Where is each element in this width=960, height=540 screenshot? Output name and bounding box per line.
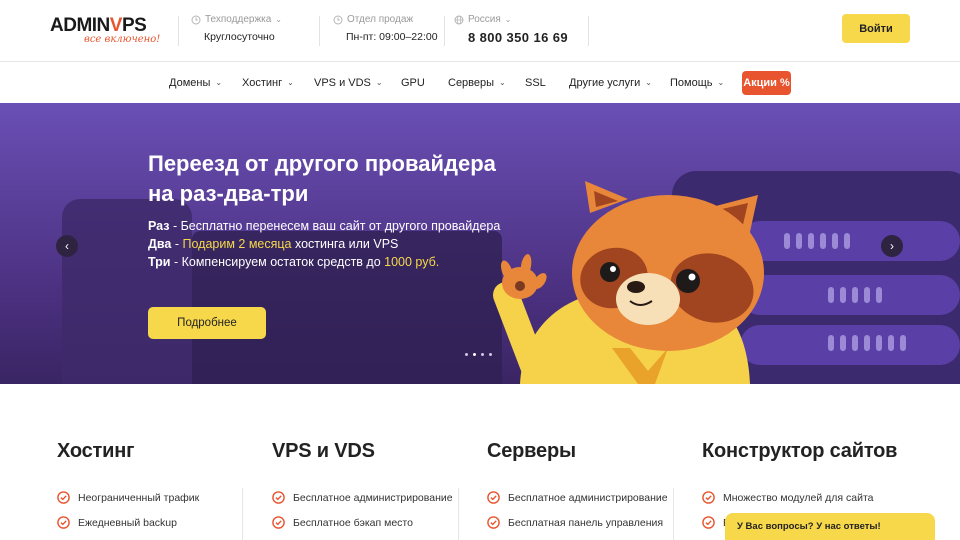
list-item: Ежедневный backup xyxy=(57,510,267,535)
nav-item-domains[interactable]: Домены ⌄ xyxy=(169,62,222,103)
clock-icon xyxy=(191,15,201,24)
check-circle-icon xyxy=(702,516,715,529)
hero-offer-line: Два - Подарим 2 месяца хостинга или VPS xyxy=(148,237,399,251)
list-item: Бесплатная панель управления xyxy=(487,510,697,535)
globe-icon xyxy=(454,15,464,24)
sales-hours: Пн-пт: 09:00–22:00 xyxy=(346,31,438,43)
sales-block: Отдел продаж Пн-пт: 09:00–22:00 xyxy=(333,14,438,43)
slider-dot[interactable] xyxy=(489,353,492,356)
list-item: Неограниченный трафик xyxy=(57,485,267,510)
nav-item-vps[interactable]: VPS и VDS ⌄ xyxy=(314,62,383,103)
more-details-button[interactable]: Подробнее xyxy=(148,307,266,339)
column-divider xyxy=(458,488,459,540)
site-header: ADMINVPS все включено! Техподдержка ⌄ Кр… xyxy=(0,0,960,62)
product-column-servers: Серверы Бесплатное администрирование Бес… xyxy=(487,440,697,535)
nav-item-other-services[interactable]: Другие услуги ⌄ xyxy=(569,62,652,103)
check-circle-icon xyxy=(487,516,500,529)
column-title[interactable]: VPS и VDS xyxy=(272,440,482,463)
column-divider xyxy=(673,488,674,540)
hero-offer-list: Раз - Бесплатно перенесем ваш сайт от др… xyxy=(148,217,500,271)
slider-next-arrow-icon[interactable]: › xyxy=(881,235,903,257)
hero-title: Переезд от другого провайдера на раз-два… xyxy=(148,151,496,206)
phone-number[interactable]: 8 800 350 16 69 xyxy=(454,30,568,45)
clock-icon xyxy=(333,15,343,24)
nav-item-help[interactable]: Помощь ⌄ xyxy=(670,62,724,103)
list-item: Бесплатное администрирование xyxy=(487,485,697,510)
chevron-down-icon: ⌄ xyxy=(717,78,725,87)
slider-dot[interactable] xyxy=(481,353,484,356)
chevron-down-icon: ⌄ xyxy=(215,78,223,87)
main-nav: Домены ⌄ Хостинг ⌄ VPS и VDS ⌄ GPU Серверы ⌄… xyxy=(0,62,960,103)
check-circle-icon xyxy=(487,491,500,504)
list-item: Бесплатное администрирование xyxy=(272,485,482,510)
slider-pagination xyxy=(465,353,492,356)
chat-widget-button[interactable]: У Вас вопросы? У нас ответы! xyxy=(725,513,935,540)
region-caption: Россия xyxy=(468,14,501,25)
nav-item-ssl[interactable]: SSL xyxy=(525,62,546,103)
chevron-down-icon: ⌄ xyxy=(504,15,512,24)
chevron-down-icon: ⌄ xyxy=(275,15,282,24)
hero-offer-line: Три - Компенсируем остаток средств до 10… xyxy=(148,255,440,269)
slider-dot[interactable] xyxy=(473,353,476,356)
chevron-down-icon: ⌄ xyxy=(645,78,652,87)
product-column-vps: VPS и VDS Бесплатное администрирование Б… xyxy=(272,440,482,535)
check-circle-icon xyxy=(272,516,285,529)
chevron-down-icon: ⌄ xyxy=(287,78,294,87)
hero-slider: Переезд от другого провайдера на раз-два… xyxy=(0,103,960,384)
check-circle-icon xyxy=(57,491,70,504)
login-button[interactable]: Войти xyxy=(842,14,910,43)
logo-wordmark: ADMINVPS xyxy=(50,15,147,36)
support-hours: Круглосуточно xyxy=(204,31,275,43)
chevron-down-icon: ⌄ xyxy=(375,78,383,87)
check-circle-icon xyxy=(272,491,285,504)
nav-item-gpu[interactable]: GPU xyxy=(401,62,425,103)
promo-button[interactable]: Акции % xyxy=(742,71,791,95)
sales-caption: Отдел продаж xyxy=(347,14,414,25)
support-caption: Техподдержка xyxy=(205,14,272,25)
logo[interactable]: ADMINVPS все включено! xyxy=(50,16,166,48)
nav-item-servers[interactable]: Серверы ⌄ xyxy=(448,62,506,103)
support-block[interactable]: Техподдержка ⌄ Круглосуточно xyxy=(191,14,282,43)
header-divider xyxy=(178,16,179,46)
header-divider xyxy=(444,16,445,46)
slider-prev-arrow-icon[interactable]: ‹ xyxy=(56,235,78,257)
chevron-down-icon: ⌄ xyxy=(499,78,506,87)
column-title[interactable]: Хостинг xyxy=(57,440,267,463)
nav-item-hosting[interactable]: Хостинг ⌄ xyxy=(242,62,294,103)
list-item: Множество модулей для сайта xyxy=(702,485,912,510)
check-circle-icon xyxy=(57,516,70,529)
list-item: Бесплатное бэкап место xyxy=(272,510,482,535)
region-block[interactable]: Россия ⌄ 8 800 350 16 69 xyxy=(454,14,568,45)
header-divider xyxy=(588,16,589,46)
header-divider xyxy=(319,16,320,46)
product-column-hosting: Хостинг Неограниченный трафик Ежедневный… xyxy=(57,440,267,535)
column-divider xyxy=(242,488,243,540)
column-title[interactable]: Конструктор сайтов xyxy=(702,440,912,463)
column-title[interactable]: Серверы xyxy=(487,440,697,463)
hero-offer-line: Раз - Бесплатно перенесем ваш сайт от др… xyxy=(148,219,501,233)
logo-slogan: все включено! xyxy=(84,34,161,45)
check-circle-icon xyxy=(702,491,715,504)
slider-dot[interactable] xyxy=(465,353,468,356)
